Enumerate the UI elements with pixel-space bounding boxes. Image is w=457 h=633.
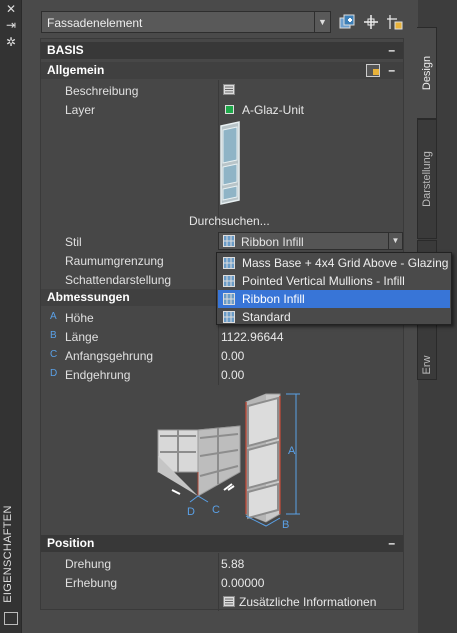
tab-design[interactable]: Design [417,27,437,119]
style-option[interactable]: Pointed Vertical Mullions - Infill [218,272,450,290]
dimension-letter: B [50,330,57,341]
section-basis[interactable]: BASIS – [41,42,403,59]
layer-value: A-Glaz-Unit [242,103,305,117]
raumumgrenzung-label: Raumumgrenzung [65,254,164,268]
collapse-icon[interactable]: – [388,42,395,59]
drehung-value[interactable]: 5.88 [221,557,244,571]
section-abmessungen[interactable]: Abmessungen [41,289,217,306]
row-anfangsgehrung[interactable]: C Anfangsgehrung 0.00 [41,346,403,365]
erhebung-value[interactable]: 0.00000 [221,576,264,590]
quick-properties-icon[interactable] [366,64,380,77]
row-layer[interactable]: Layer A-Glaz-Unit [41,100,403,119]
layer-label: Layer [65,103,96,117]
style-select[interactable]: Ribbon Infill ▼ [218,232,403,250]
browse-styles-link[interactable]: Durchsuchen... [189,214,270,228]
hoehe-label: Höhe [65,311,94,325]
palette-title-bar: ✕ ⇥ ✲ EIGENSCHAFTEN [0,0,22,633]
diagram-label-b: B [282,519,289,531]
object-type-label: Fassadenelement [47,16,143,30]
quick-select-icon[interactable] [338,13,356,31]
section-position[interactable]: Position – [41,535,403,552]
row-endgehrung[interactable]: D Endgehrung 0.00 [41,365,403,384]
pickadd-icon[interactable] [386,13,404,31]
collapse-icon[interactable]: – [388,535,395,552]
curtain-wall-style-icon [223,293,235,305]
curtain-wall-style-icon [223,311,235,323]
style-preview-image[interactable] [215,120,245,206]
style-option[interactable]: Mass Base + 4x4 Grid Above - Glazing [218,254,450,272]
palette-title: EIGENSCHAFTEN [2,505,14,603]
style-option[interactable]: Standard [218,308,450,326]
close-icon[interactable]: ✕ [4,2,18,16]
schattendarstellung-label: Schattendarstellung [65,273,172,287]
additional-info-icon[interactable] [223,596,235,607]
diagram-label-a: A [288,445,296,457]
select-objects-icon[interactable] [362,13,380,31]
tab-darstellung[interactable]: Darstellung [417,119,437,239]
curtain-wall-style-icon [223,257,235,269]
row-laenge[interactable]: B Länge 1122.96644 [41,327,403,346]
stil-label: Stil [65,235,82,249]
dimension-letter: C [50,349,58,360]
diagram-label-d: D [187,506,195,518]
drehung-label: Drehung [65,557,112,571]
chevron-down-icon[interactable]: ▼ [388,233,402,249]
autohide-icon[interactable]: ⇥ [4,18,18,32]
erhebung-label: Erhebung [65,576,118,590]
laenge-value[interactable]: 1122.96644 [221,330,284,344]
style-dropdown-list[interactable]: Mass Base + 4x4 Grid Above - Glazing Poi… [216,252,452,325]
laenge-label: Länge [65,330,99,344]
palette-menu-icon[interactable] [4,612,18,625]
object-type-select[interactable]: Fassadenelement ▼ [41,11,331,33]
endgehrung-label: Endgehrung [65,368,131,382]
style-select-value: Ribbon Infill [241,235,304,249]
anfangsgehrung-value[interactable]: 0.00 [221,349,244,363]
row-zusatz[interactable]: Zusätzliche Informationen [41,592,403,611]
section-allgemein-title: Allgemein [47,63,105,77]
layer-color-swatch [225,105,234,114]
dimension-letter: A [50,311,57,322]
diagram-label-c: C [212,504,220,516]
curtain-wall-style-icon [223,275,235,287]
endgehrung-value[interactable]: 0.00 [221,368,244,382]
section-basis-title: BASIS [47,43,84,57]
collapse-icon[interactable]: – [388,62,395,79]
style-option-selected[interactable]: Ribbon Infill [218,290,450,308]
description-edit-icon[interactable] [223,84,235,95]
settings-icon[interactable]: ✲ [4,35,18,49]
row-drehung[interactable]: Drehung 5.88 [41,554,403,573]
beschreibung-label: Beschreibung [65,84,139,98]
section-abmessungen-title: Abmessungen [47,290,130,304]
dimension-diagram: D C A B [157,393,300,531]
section-allgemein[interactable]: Allgemein – [41,62,403,79]
dimension-letter: D [50,368,58,379]
row-erhebung[interactable]: Erhebung 0.00000 [41,573,403,592]
additional-info-link[interactable]: Zusätzliche Informationen [239,595,376,609]
section-position-title: Position [47,536,95,550]
curtain-wall-style-icon [223,235,235,247]
row-beschreibung[interactable]: Beschreibung [41,81,403,100]
anfangsgehrung-label: Anfangsgehrung [65,349,154,363]
chevron-down-icon[interactable]: ▼ [314,12,330,32]
